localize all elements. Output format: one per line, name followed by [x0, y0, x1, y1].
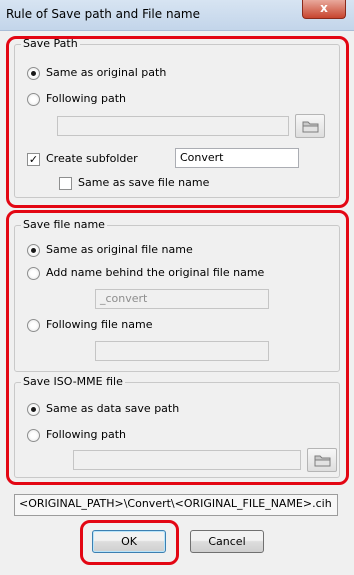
radio-unselected-icon — [27, 266, 40, 280]
checkbox-checked-icon: ✓ — [27, 152, 40, 166]
title-bar: Rule of Save path and File name x — [0, 0, 354, 31]
iso-mme-legend: Save ISO-MME file — [21, 375, 125, 389]
file-name-suffix-input[interactable]: _convert — [95, 289, 269, 309]
radio-selected-icon — [27, 66, 40, 80]
save-path-input[interactable] — [57, 116, 289, 136]
file-name-add-behind-radio[interactable]: Add name behind the original file name — [27, 266, 264, 280]
radio-unselected-icon — [27, 92, 40, 106]
file-name-following-radio[interactable]: Following file name — [27, 318, 152, 332]
iso-mme-following-label: Following path — [46, 428, 127, 441]
save-path-following-label: Following path — [46, 92, 127, 105]
save-path-same-label: Same as original path — [46, 66, 167, 79]
save-file-name-legend: Save file name — [21, 218, 107, 232]
same-as-save-file-name-checkbox[interactable]: Same as save file name — [59, 176, 209, 190]
radio-unselected-icon — [27, 428, 40, 442]
iso-mme-same-radio[interactable]: Same as data save path — [27, 402, 179, 416]
radio-unselected-icon — [27, 318, 40, 332]
create-subfolder-label: Create subfolder — [46, 152, 138, 165]
file-name-following-label: Following file name — [46, 318, 153, 331]
preview-path-field: <ORIGINAL_PATH>\Convert\<ORIGINAL_FILE_N… — [14, 494, 338, 516]
window-title: Rule of Save path and File name — [6, 7, 200, 21]
file-name-add-behind-label: Add name behind the original file name — [46, 266, 265, 279]
iso-mme-following-radio[interactable]: Following path — [27, 428, 126, 442]
checkbox-unchecked-icon — [59, 176, 72, 190]
subfolder-name-input[interactable]: Convert — [175, 148, 299, 168]
file-name-same-label: Same as original file name — [46, 243, 193, 256]
same-as-save-file-name-label: Same as save file name — [78, 176, 210, 189]
dialog-content: Save Path Same as original path Followin… — [0, 31, 354, 575]
create-subfolder-checkbox[interactable]: ✓ Create subfolder — [27, 152, 138, 166]
iso-mme-same-label: Same as data save path — [46, 402, 180, 415]
ok-button[interactable]: OK — [92, 530, 166, 553]
save-path-group: Save Path Same as original path Followin… — [14, 37, 340, 198]
radio-selected-icon — [27, 243, 40, 257]
file-name-same-radio[interactable]: Same as original file name — [27, 243, 193, 257]
folder-icon — [314, 455, 331, 467]
save-path-same-radio[interactable]: Same as original path — [27, 66, 166, 80]
iso-mme-browse-button[interactable] — [307, 448, 337, 472]
save-path-legend: Save Path — [21, 37, 80, 51]
save-file-name-group: Save file name Same as original file nam… — [14, 218, 340, 372]
save-path-browse-button[interactable] — [295, 114, 325, 138]
save-path-following-radio[interactable]: Following path — [27, 92, 126, 106]
cancel-button[interactable]: Cancel — [190, 530, 264, 553]
file-name-following-input[interactable] — [95, 341, 269, 361]
iso-mme-group: Save ISO-MME file Same as data save path… — [14, 375, 340, 478]
close-button[interactable]: x — [302, 0, 346, 19]
iso-mme-path-input[interactable] — [73, 450, 301, 470]
radio-selected-icon — [27, 402, 40, 416]
close-icon: x — [320, 1, 328, 15]
folder-icon — [302, 121, 319, 133]
